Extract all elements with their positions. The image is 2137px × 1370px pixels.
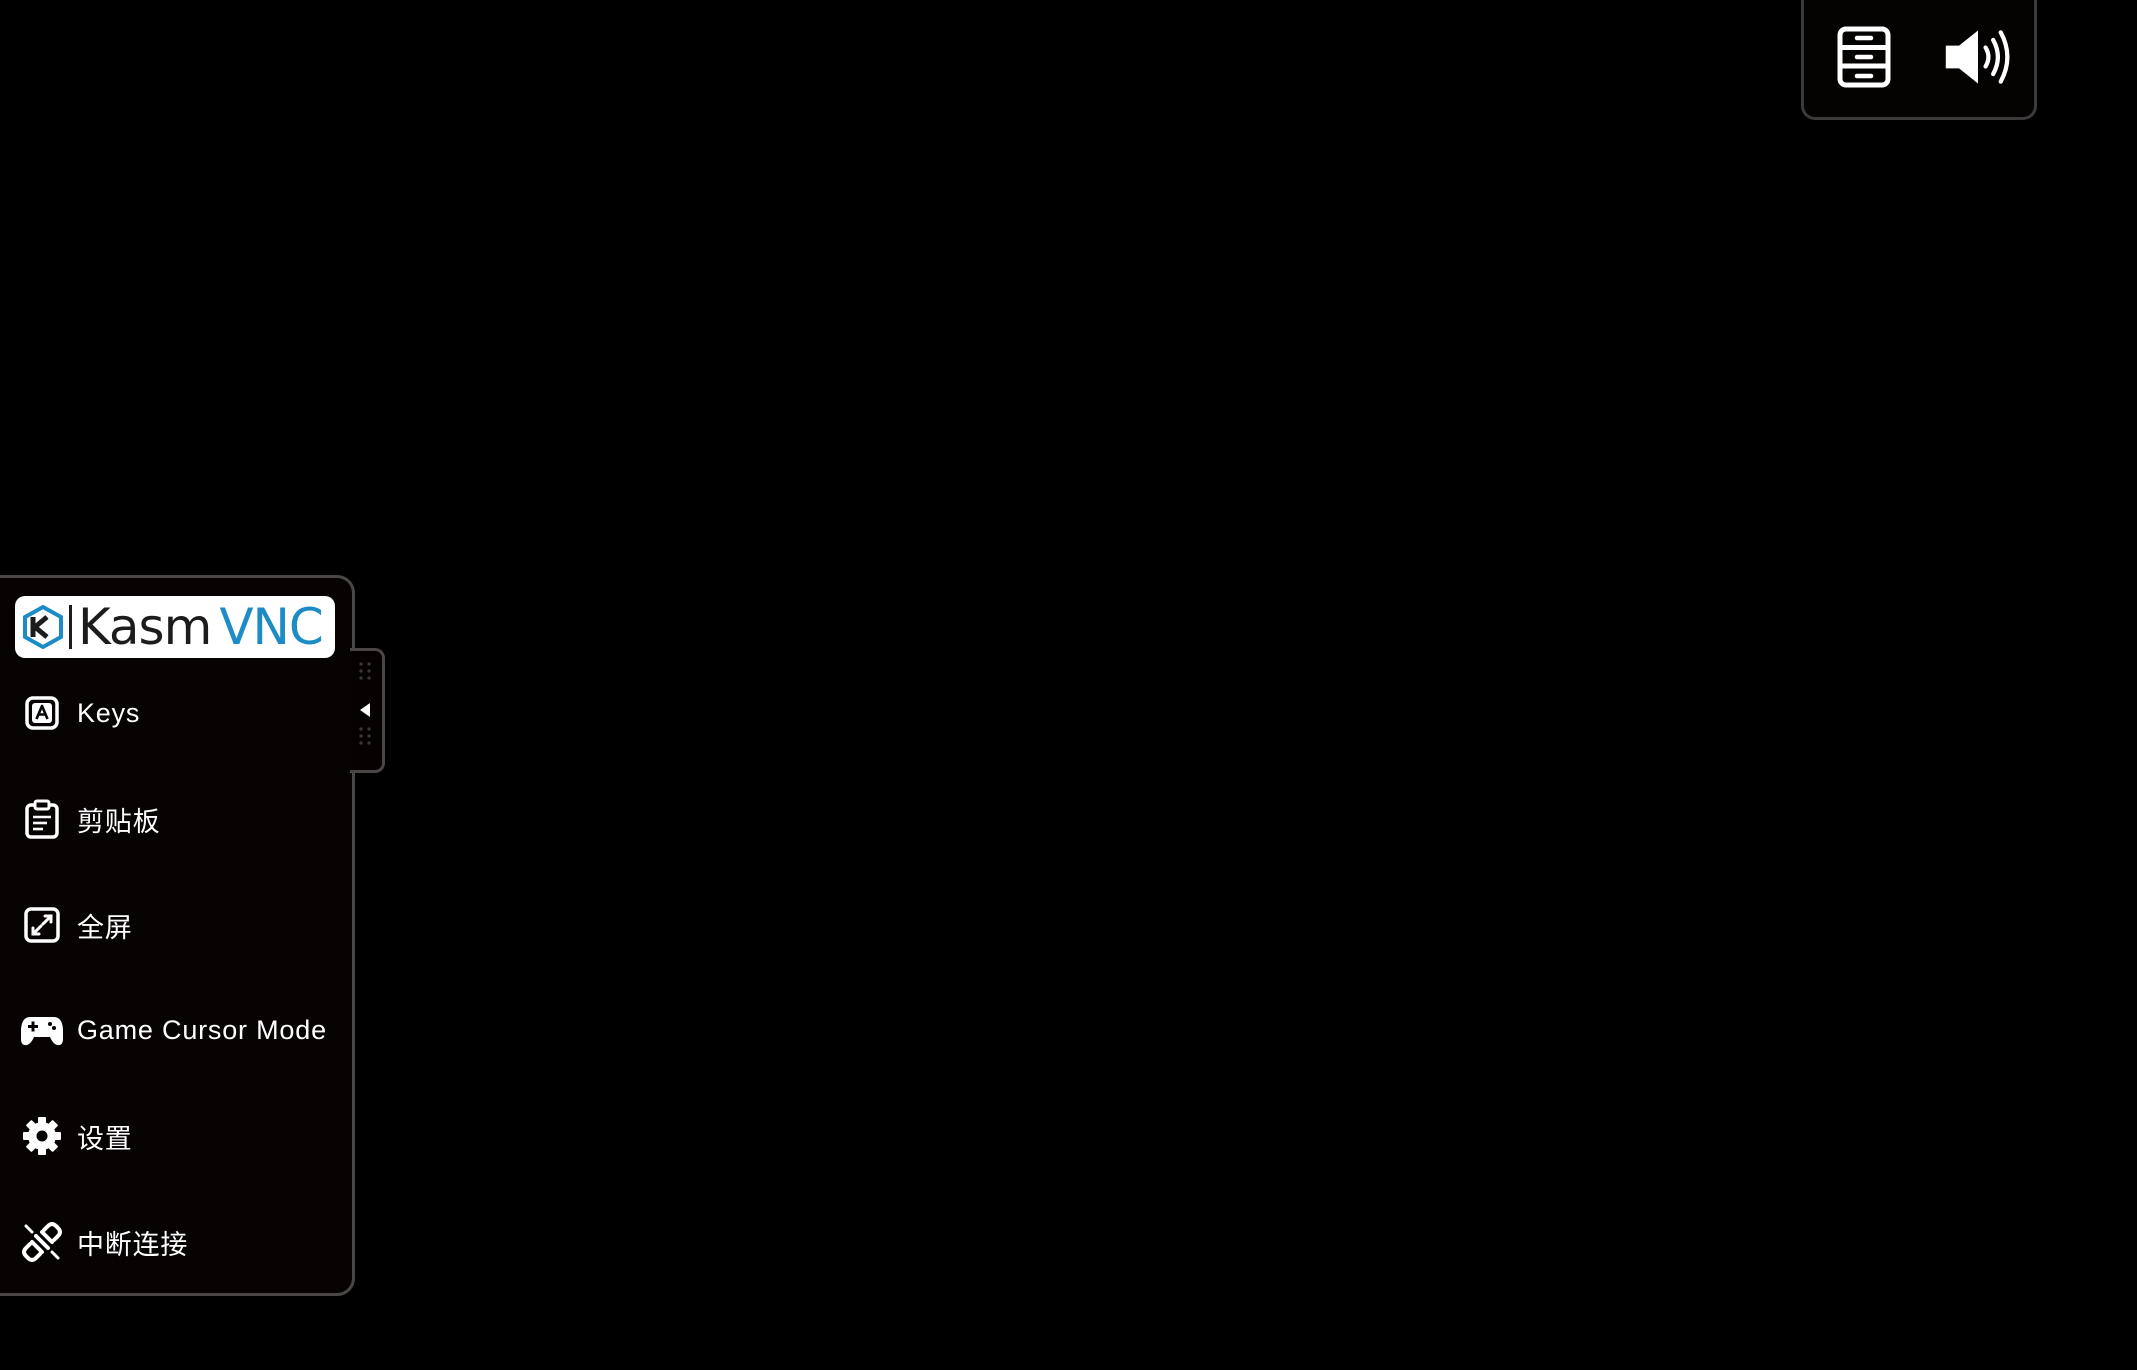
menu-item-label: 全屏: [77, 912, 133, 943]
logo-separator: [69, 605, 72, 649]
collapse-arrow-left-icon: [360, 703, 370, 717]
menu-item-settings[interactable]: 设置: [20, 1106, 340, 1166]
speaker-volume-icon: [1945, 30, 2010, 84]
control-bar: Kasm VNC Keys 剪贴板 全屏 Game Cursor Mode 设置…: [0, 575, 355, 1296]
remote-desktop-screen[interactable]: Kasm VNC Keys 剪贴板 全屏 Game Cursor Mode 设置…: [0, 0, 2137, 1370]
fullscreen-expand-icon: [20, 903, 64, 947]
server-drawer-icon: [1837, 26, 1891, 88]
top-status-panel: [1801, 0, 2037, 120]
menu-item-label: 中断连接: [77, 1229, 189, 1260]
menu-item-label: Game Cursor Mode: [77, 1014, 327, 1045]
logo-word-vnc: VNC: [219, 598, 324, 656]
menu-item-game-cursor-mode[interactable]: Game Cursor Mode: [20, 1000, 340, 1060]
menu-item-label: 剪贴板: [77, 806, 161, 837]
kasm-logo-icon: [23, 605, 63, 649]
disconnect-plug-icon: [20, 1220, 64, 1264]
menu-item-fullscreen[interactable]: 全屏: [20, 895, 340, 955]
menu-item-label: 设置: [77, 1123, 133, 1154]
control-bar-handle[interactable]: [350, 648, 385, 773]
menu-item-keys[interactable]: Keys: [20, 683, 340, 743]
logo-word-kasm: Kasm: [78, 598, 212, 656]
kasmvnc-logo: Kasm VNC: [15, 596, 335, 658]
menu-item-disconnect[interactable]: 中断连接: [20, 1212, 340, 1272]
gear-icon: [20, 1114, 64, 1158]
keyboard-key-a-icon: [20, 691, 64, 735]
volume-button[interactable]: [1942, 22, 2014, 92]
menu-item-clipboard[interactable]: 剪贴板: [20, 789, 340, 849]
grip-dots-icon: [359, 662, 371, 680]
clipboard-icon: [20, 797, 64, 841]
menu-item-label: Keys: [77, 697, 141, 728]
server-drawer-button[interactable]: [1828, 22, 1900, 92]
grip-dots-icon: [359, 727, 371, 745]
gamepad-icon: [20, 1008, 64, 1052]
